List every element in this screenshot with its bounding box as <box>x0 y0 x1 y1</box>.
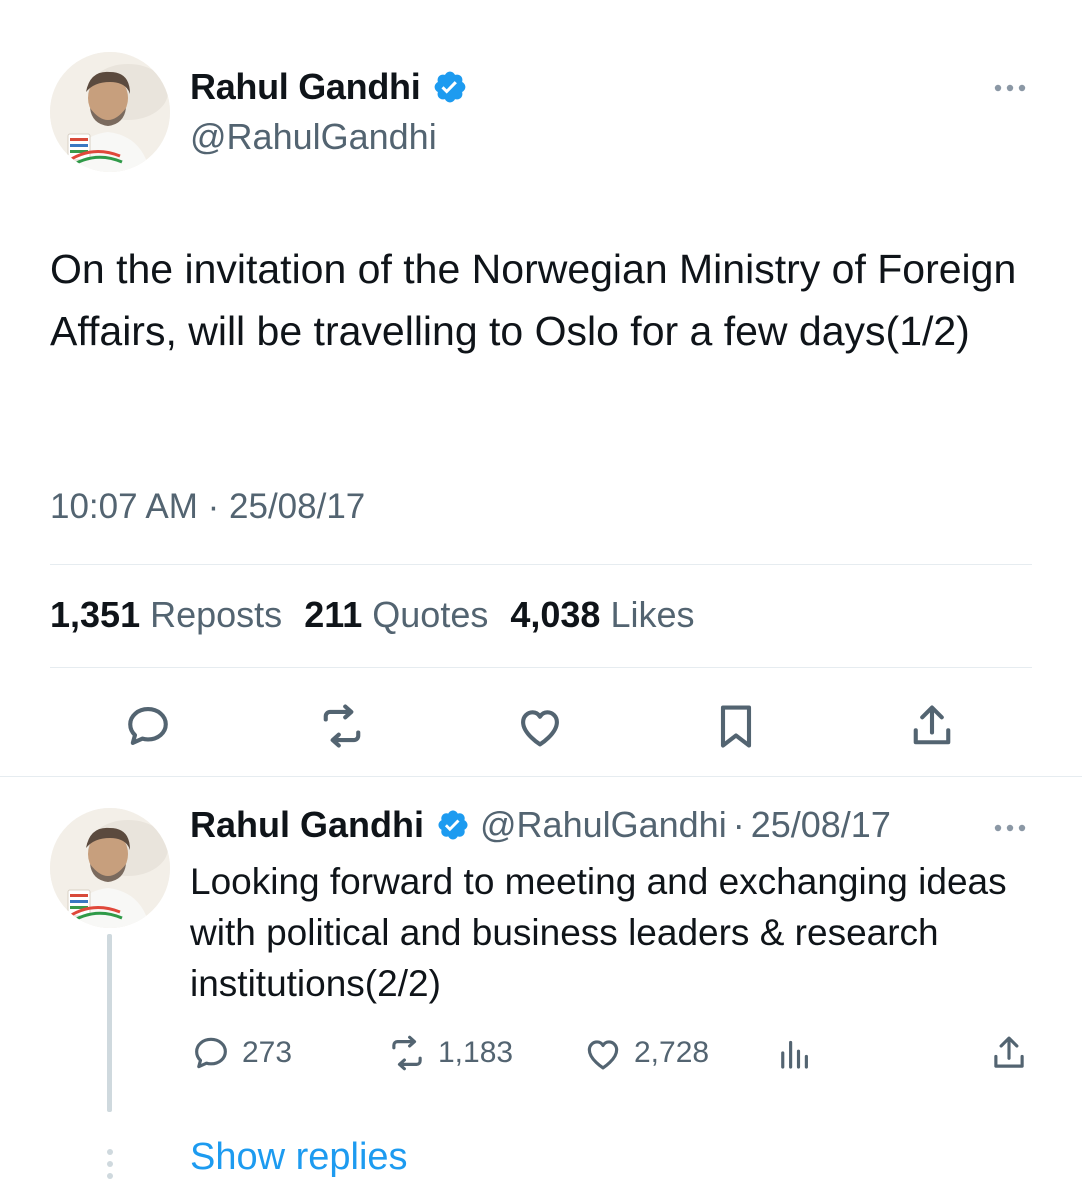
share-button[interactable] <box>988 1030 1030 1076</box>
divider <box>50 667 1032 668</box>
collapsed-thread-dots-icon <box>107 1149 113 1179</box>
author-handle[interactable]: @RahulGandhi <box>190 116 437 158</box>
reply-icon[interactable] <box>122 700 174 752</box>
views-button[interactable] <box>774 1030 816 1076</box>
repost-count: 1,183 <box>438 1036 514 1069</box>
likes-label: Likes <box>610 594 695 635</box>
reposts-stat[interactable]: 1,351 Reposts <box>50 594 282 636</box>
header-separator: · <box>732 804 745 845</box>
more-options-icon[interactable] <box>990 76 1030 100</box>
author-name-row: Rahul Gandhi <box>190 66 468 108</box>
reply-author-avatar[interactable] <box>50 808 170 928</box>
bookmark-icon[interactable] <box>710 700 762 752</box>
engagement-stats: 1,351 Reposts 211 Quotes 4,038 Likes <box>50 594 695 636</box>
share-icon[interactable] <box>906 700 958 752</box>
reply-icon <box>195 1037 227 1069</box>
repost-icon[interactable] <box>316 700 368 752</box>
like-icon <box>587 1040 619 1070</box>
more-options-icon[interactable] <box>990 816 1030 840</box>
reposts-count: 1,351 <box>50 594 141 635</box>
analytics-icon <box>781 1040 808 1069</box>
likes-stat[interactable]: 4,038 Likes <box>510 594 694 636</box>
reply-count: 273 <box>242 1036 293 1069</box>
reply-author-handle[interactable]: @RahulGandhi <box>480 804 727 846</box>
thread-separator <box>0 776 1082 777</box>
divider <box>50 564 1032 565</box>
reply-button[interactable]: 273 <box>190 1030 292 1076</box>
reply-action-bar: 273 1,183 2,728 <box>190 1030 1040 1076</box>
thread-connector-line <box>107 934 112 1112</box>
verified-badge-icon[interactable] <box>436 808 470 842</box>
author-avatar[interactable] <box>50 52 170 172</box>
likes-count: 4,038 <box>510 594 601 635</box>
tweet-date: 25/08/17 <box>229 487 366 526</box>
quotes-label: Quotes <box>372 594 489 635</box>
quotes-stat[interactable]: 211 Quotes <box>304 594 488 636</box>
tweet-detail-page: Rahul Gandhi @RahulGandhi On the invitat… <box>0 0 1082 1200</box>
tweet-time: 10:07 AM <box>50 487 198 526</box>
share-icon <box>994 1036 1024 1068</box>
reply-text: Looking forward to meeting and exchangin… <box>190 861 1007 1004</box>
like-icon[interactable] <box>514 700 566 752</box>
like-button[interactable]: 2,728 <box>582 1030 709 1076</box>
quotes-count: 211 <box>304 594 363 635</box>
repost-icon <box>392 1035 422 1071</box>
reposts-label: Reposts <box>150 594 283 635</box>
tweet-action-bar <box>50 700 1032 756</box>
like-count: 2,728 <box>634 1036 710 1069</box>
show-replies-link[interactable]: Show replies <box>190 1136 408 1179</box>
reply-author-name[interactable]: Rahul Gandhi <box>190 804 424 846</box>
profile-photo <box>50 52 170 172</box>
tweet-text: On the invitation of the Norwegian Minis… <box>50 246 1017 354</box>
profile-photo <box>50 808 170 928</box>
tweet-timestamp[interactable]: 10:07 AM · 25/08/17 <box>50 487 365 527</box>
timestamp-separator: · <box>207 487 220 526</box>
reply-header: Rahul Gandhi @RahulGandhi · 25/08/17 <box>190 804 891 846</box>
author-name[interactable]: Rahul Gandhi <box>190 66 421 108</box>
reply-date[interactable]: 25/08/17 <box>751 804 891 846</box>
verified-badge-icon[interactable] <box>432 69 468 105</box>
repost-button[interactable]: 1,183 <box>386 1030 513 1076</box>
